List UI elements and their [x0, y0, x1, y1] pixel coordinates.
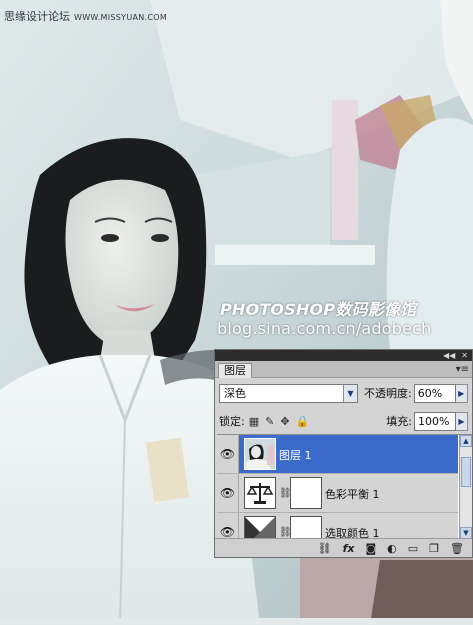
site-name: 思缘设计论坛 — [4, 10, 70, 23]
layer-row-color-balance[interactable]: 👁 ⛓ 色彩平衡 1 — [217, 474, 458, 513]
lock-all-icon[interactable]: 🔒 — [296, 415, 310, 428]
close-icon[interactable]: ✕ — [461, 350, 468, 361]
watermark-url: blog.sina.com.cn/adobech — [217, 319, 432, 338]
link-layers-icon[interactable]: ⛓ — [318, 542, 332, 555]
lock-position-icon[interactable]: ✥ — [280, 415, 289, 428]
lock-transparency-icon[interactable]: ▦ — [249, 415, 259, 428]
site-watermark: 思缘设计论坛 WWW.MISSYUAN.COM — [4, 8, 167, 24]
blend-mode-value: 深色 — [224, 386, 246, 400]
site-url: WWW.MISSYUAN.COM — [74, 13, 168, 22]
layer-name: 选取颜色 1 — [325, 527, 380, 538]
panel-bottom-bar: ⛓ fx ◙ ◐ ▭ ❐ 🗑 — [215, 538, 472, 557]
new-group-icon[interactable]: ▭ — [408, 542, 418, 555]
panel-tab-row: 图层 ▾≡ — [215, 361, 472, 378]
layer-mask-thumbnail — [290, 477, 322, 509]
eye-icon[interactable]: 👁 — [217, 474, 239, 512]
adjustment-layer-icon[interactable]: ◐ — [387, 542, 397, 555]
fill-input[interactable]: 100% — [414, 411, 456, 431]
scroll-thumb[interactable] — [461, 457, 471, 487]
opacity-slider-arrow-icon[interactable]: ▶ — [455, 383, 468, 403]
layer-name: 图层 1 — [279, 449, 312, 462]
panel-title-bar: ◀◀ ✕ — [215, 350, 472, 361]
balance-scale-icon — [244, 477, 276, 509]
lock-icons: ▦ ✎ ✥ 🔒 — [249, 415, 310, 428]
chevron-down-icon[interactable]: ▼ — [343, 384, 357, 402]
layers-panel: ◀◀ ✕ 图层 ▾≡ 深色 ▼ 不透明度: 60% ▶ 锁定: ▦ ✎ ✥ 🔒 … — [214, 349, 473, 558]
scroll-down-icon[interactable]: ▼ — [460, 527, 472, 538]
blend-row: 深色 ▼ 不透明度: 60% ▶ — [219, 383, 468, 403]
add-mask-icon[interactable]: ◙ — [365, 542, 376, 555]
fx-icon[interactable]: fx — [343, 542, 355, 555]
layer-name: 色彩平衡 1 — [325, 488, 380, 501]
blend-mode-select[interactable]: 深色 ▼ — [219, 383, 358, 403]
lock-row: 锁定: ▦ ✎ ✥ 🔒 填充: 100% ▶ — [219, 411, 468, 431]
panel-menu-icon[interactable]: ▾≡ — [456, 364, 469, 375]
lock-label: 锁定: — [219, 415, 245, 428]
selective-color-icon — [244, 516, 276, 538]
lock-pixels-icon[interactable]: ✎ — [265, 415, 274, 428]
trash-icon[interactable]: 🗑 — [450, 542, 464, 555]
fill-slider-arrow-icon[interactable]: ▶ — [456, 411, 468, 431]
tab-layers[interactable]: 图层 — [218, 363, 252, 378]
layer-row-layer1[interactable]: 👁 图层 1 — [217, 435, 458, 474]
scroll-up-icon[interactable]: ▲ — [460, 435, 472, 447]
layer-thumbnail — [244, 438, 276, 470]
layer-row-selective-color[interactable]: 👁 ⛓ 选取颜色 1 — [217, 513, 458, 538]
opacity-label: 不透明度: — [364, 387, 412, 400]
new-layer-icon[interactable]: ❐ — [429, 542, 439, 555]
eye-icon[interactable]: 👁 — [217, 435, 239, 473]
layer-mask-thumbnail — [290, 516, 322, 538]
watermark-title: PHOTOSHOP数码影像馆 — [220, 300, 417, 319]
layers-scrollbar[interactable]: ▲ ▼ — [459, 435, 472, 538]
opacity-input[interactable]: 60% — [413, 383, 456, 403]
collapse-icon[interactable]: ◀◀ — [443, 350, 455, 361]
layers-list: 👁 图层 1 👁 ⛓ 色彩平衡 1 👁 ⛓ 选取颜色 1 ▲ ▼ — [217, 434, 472, 538]
fill-label: 填充: — [386, 415, 412, 428]
eye-icon[interactable]: 👁 — [217, 513, 239, 538]
